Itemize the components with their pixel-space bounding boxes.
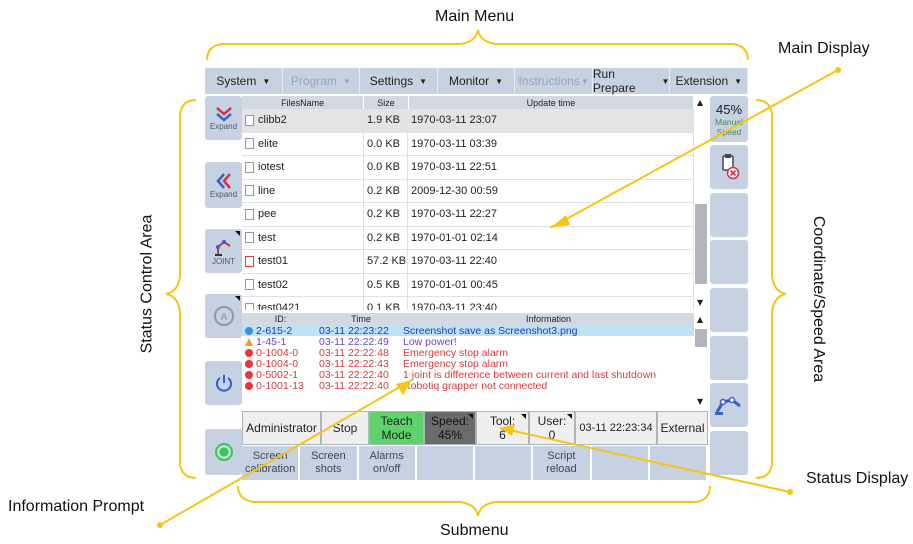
information-prompt-arrow [159,379,413,526]
arrow-dot [157,522,163,528]
main-display-arrow [549,69,839,229]
coordinate-speed-brace [755,99,787,479]
status-control-brace [165,99,197,479]
arrow-dot [835,67,841,73]
main-menu-brace [206,29,749,61]
arrow-head-icon [396,380,412,395]
arrow-head-icon [550,215,570,228]
arrow-head-icon [500,424,515,436]
status-display-arrow [499,427,791,493]
submenu-brace [237,485,711,517]
arrow-dot [787,489,793,495]
annotation-overlay [157,29,841,528]
